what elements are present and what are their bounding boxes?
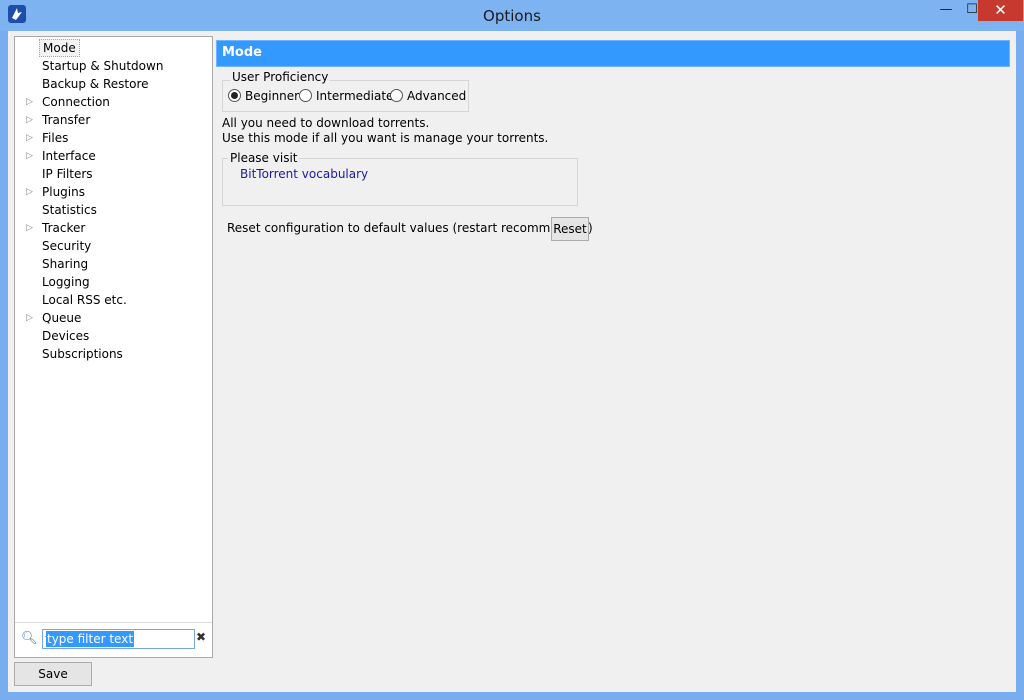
tree-item[interactable]: Mode	[15, 39, 212, 57]
save-button[interactable]: Save	[14, 662, 92, 686]
tree-item[interactable]: Devices	[15, 327, 212, 345]
expand-arrow-icon[interactable]: ▷	[26, 183, 34, 201]
filter-input-selected-text[interactable]: type filter text	[46, 631, 135, 647]
radio-intermediate[interactable]: Intermediate	[299, 88, 393, 104]
tree-item-label: Plugins	[42, 185, 85, 199]
expand-arrow-icon[interactable]: ▷	[26, 309, 34, 327]
bittorrent-vocabulary-link[interactable]: BitTorrent vocabulary	[240, 167, 368, 181]
tree-item[interactable]: Backup & Restore	[15, 75, 212, 93]
tree-item-label: Subscriptions	[42, 347, 123, 361]
expand-arrow-icon[interactable]: ▷	[26, 129, 34, 147]
reset-label: Reset configuration to default values (r…	[227, 221, 593, 235]
tree-item[interactable]: Subscriptions	[15, 345, 212, 363]
tree-item-label: Tracker	[42, 221, 86, 235]
tree-item-label: Local RSS etc.	[42, 293, 127, 307]
window-title: Options	[483, 7, 541, 25]
tree-item[interactable]: Local RSS etc.	[15, 291, 212, 309]
client-area: Mode Startup & Shutdown Backup & Restore ▷ C…	[8, 31, 1016, 692]
tree-item-label: Startup & Shutdown	[42, 59, 164, 73]
section-header: Mode	[216, 40, 1010, 67]
search-icon: 🔍︎	[21, 631, 38, 646]
proficiency-legend: User Proficiency	[230, 70, 331, 84]
options-tree-panel: Mode Startup & Shutdown Backup & Restore ▷ C…	[14, 36, 213, 658]
filter-bar: 🔍︎ type filter text ✖	[15, 622, 212, 657]
tree-item[interactable]: Statistics	[15, 201, 212, 219]
tree-item-label: Security	[42, 239, 92, 253]
mode-description-line-2: Use this mode if all you want is manage …	[222, 131, 549, 145]
minimize-button[interactable]: —	[933, 0, 959, 21]
expand-arrow-icon[interactable]: ▷	[26, 111, 34, 129]
tree-item[interactable]: IP Filters	[15, 165, 212, 183]
tree-item-label: Connection	[42, 95, 110, 109]
tree-item[interactable]: ▷ Plugins	[15, 183, 212, 201]
expand-arrow-icon[interactable]: ▷	[26, 147, 34, 165]
radio-advanced[interactable]: Advanced	[390, 88, 466, 104]
radio-label: Advanced	[407, 89, 467, 103]
tree-item[interactable]: ▷ Files	[15, 129, 212, 147]
expand-arrow-icon[interactable]: ▷	[26, 93, 34, 111]
options-tree: Mode Startup & Shutdown Backup & Restore ▷ C…	[15, 39, 212, 363]
tree-item-label: Interface	[42, 149, 96, 163]
tree-item-label: Backup & Restore	[42, 77, 149, 91]
tree-item[interactable]: Security	[15, 237, 212, 255]
tree-item-label: Transfer	[42, 113, 91, 127]
tree-item[interactable]: Logging	[15, 273, 212, 291]
clear-icon[interactable]: ✖	[196, 630, 206, 644]
radio-indicator[interactable]	[390, 89, 403, 102]
tree-item[interactable]: Startup & Shutdown	[15, 57, 212, 75]
section-title: Mode	[222, 45, 262, 60]
tree-item[interactable]: ▷ Connection	[15, 93, 212, 111]
tree-item[interactable]: ▷ Tracker	[15, 219, 212, 237]
tree-item-label: Devices	[42, 329, 90, 343]
radio-beginner[interactable]: Beginner	[228, 88, 299, 104]
visit-legend: Please visit	[228, 151, 300, 165]
tree-item[interactable]: ▷ Queue	[15, 309, 212, 327]
tree-item[interactable]: ▷ Interface	[15, 147, 212, 165]
tree-item-label: Queue	[42, 311, 82, 325]
tree-item[interactable]: Sharing	[15, 255, 212, 273]
options-window: Options — ☐ ✕ Mode Startup & Shutdown Back…	[0, 0, 1024, 700]
mode-description-line-1: All you need to download torrents.	[222, 116, 430, 130]
tree-item-label: Logging	[42, 275, 90, 289]
tree-item-label: Sharing	[42, 257, 89, 271]
settings-panel: Mode User Proficiency Beginner Intermedi…	[216, 36, 1010, 656]
radio-indicator[interactable]	[299, 89, 312, 102]
reset-button[interactable]: Reset	[551, 217, 589, 241]
tree-item-label: IP Filters	[42, 167, 93, 181]
title-bar[interactable]: Options — ☐ ✕	[0, 0, 1024, 31]
tree-item-label: Mode	[39, 39, 80, 57]
expand-arrow-icon[interactable]: ▷	[26, 219, 34, 237]
radio-label: Intermediate	[316, 89, 394, 103]
visit-group	[222, 158, 578, 206]
tree-item[interactable]: ▷ Transfer	[15, 111, 212, 129]
tree-item-label: Statistics	[42, 203, 97, 217]
tree-item-label: Files	[42, 131, 69, 145]
radio-label: Beginner	[245, 89, 300, 103]
close-button[interactable]: ✕	[978, 0, 1023, 21]
radio-indicator-checked[interactable]	[228, 89, 241, 102]
